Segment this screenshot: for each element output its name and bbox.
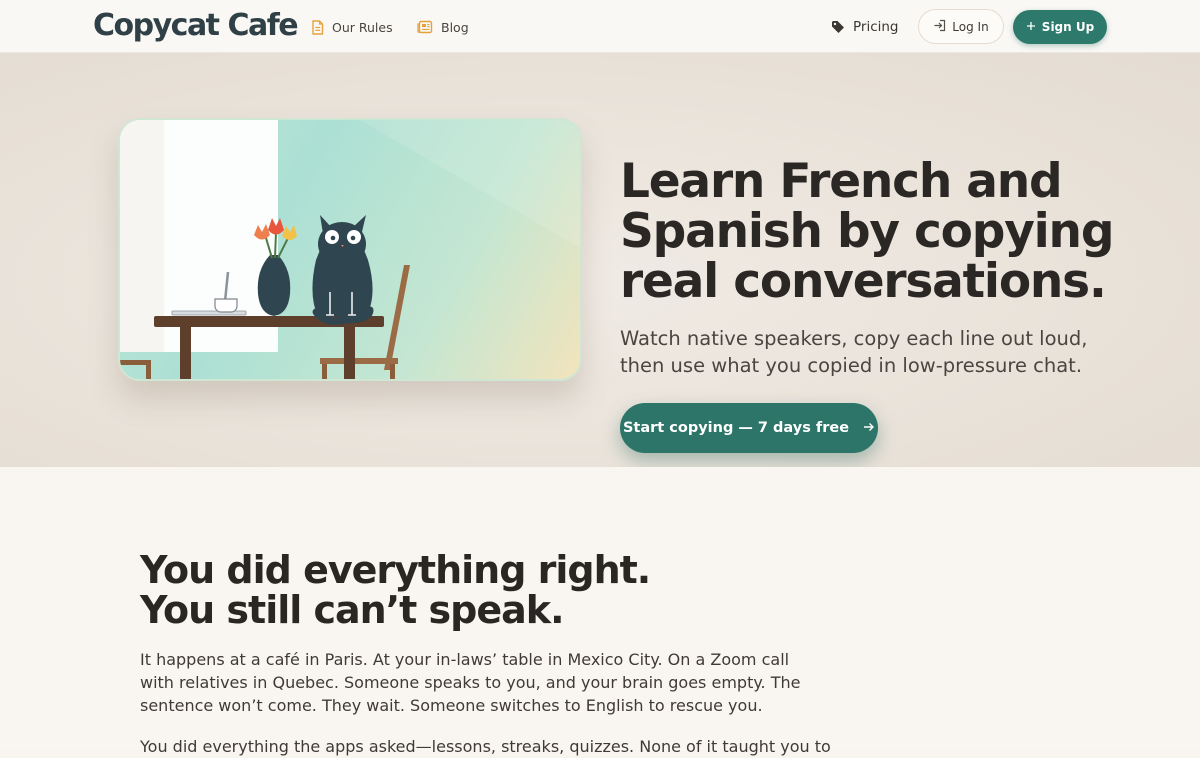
section-heading: You did everything right. You still can’… xyxy=(140,548,651,632)
section-paragraph-1: It happens at a café in Paris. At your i… xyxy=(140,648,800,717)
nav-pricing-label: Pricing xyxy=(853,19,899,35)
section-heading-line: You still can’t speak. xyxy=(140,588,565,632)
paragraph-line: You did everything the apps asked—lesson… xyxy=(140,737,831,756)
paragraph-line: with relatives in Quebec. Someone speaks… xyxy=(140,673,801,692)
price-tag-icon xyxy=(831,20,845,34)
start-copying-label: Start copying — 7 days free xyxy=(622,420,850,436)
start-copying-button[interactable]: Start copying — 7 days free xyxy=(620,403,878,453)
signup-label: Sign Up xyxy=(1041,20,1095,34)
hero-subtitle: Watch native speakers, copy each line ou… xyxy=(620,325,1100,379)
section-heading-line: You did everything right. xyxy=(140,548,651,592)
login-label: Log In xyxy=(952,19,989,34)
hero-section: Learn French and Spanish by copying real… xyxy=(0,53,1200,467)
paragraph-line: sentence won’t come. They wait. Someone … xyxy=(140,696,763,715)
hero-headline-line: Learn French and xyxy=(620,154,1063,209)
hero-headline-line: Spanish by copying xyxy=(620,204,1114,259)
nav-pricing[interactable]: Pricing xyxy=(831,17,899,37)
cat-at-cafe-table-illustration xyxy=(118,118,582,381)
hero-subtitle-line: then use what you copied in low-pressure… xyxy=(620,354,1083,377)
nav-blog[interactable]: Blog xyxy=(417,17,469,37)
login-icon xyxy=(933,19,946,35)
hero-subtitle-line: Watch native speakers, copy each line ou… xyxy=(620,327,1088,350)
hero-headline: Learn French and Spanish by copying real… xyxy=(620,154,1114,309)
nav-blog-label: Blog xyxy=(441,19,469,35)
nav-our-rules-label: Our Rules xyxy=(332,19,393,35)
logo[interactable]: Copycat Cafe xyxy=(93,6,299,46)
document-icon xyxy=(311,19,324,35)
hero-headline-line: real conversations. xyxy=(620,254,1107,309)
newspaper-icon xyxy=(417,20,433,34)
login-button[interactable]: Log In xyxy=(918,9,1004,44)
section-paragraph-2: You did everything the apps asked—lesson… xyxy=(140,735,831,758)
signup-button[interactable]: Sign Up xyxy=(1013,10,1107,44)
plus-icon xyxy=(1026,20,1036,34)
paragraph-line: It happens at a café in Paris. At your i… xyxy=(140,650,790,669)
nav-our-rules[interactable]: Our Rules xyxy=(311,17,393,37)
problem-section: You did everything right. You still can’… xyxy=(0,467,1200,756)
top-navbar: Copycat Cafe Our Rules Blog Pricing Log … xyxy=(0,0,1200,53)
arrow-right-icon xyxy=(863,420,875,436)
